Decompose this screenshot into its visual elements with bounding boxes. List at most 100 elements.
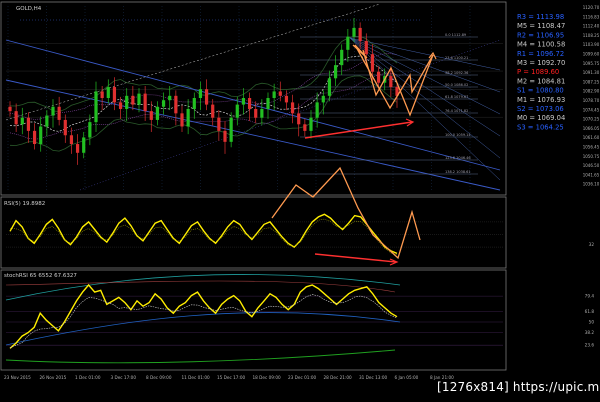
stoch-tick-label: 38.2: [585, 330, 595, 335]
candle-body: [143, 93, 147, 112]
price-tick-label: 1087.25: [583, 79, 600, 84]
stoch-pane-title: stochRSI 65 6552 67.6327: [4, 273, 77, 279]
candle-body: [217, 117, 221, 131]
pivot-level-r1: R1 = 1096.72: [517, 50, 564, 58]
fib-level-label: 76.4 1071.82: [445, 109, 468, 113]
candle-body: [223, 130, 227, 142]
time-tick-label: 23 Nov 2015: [4, 375, 31, 380]
candle-body: [284, 95, 289, 103]
price-tick-label: 1074.45: [583, 107, 600, 112]
candle-body: [389, 76, 393, 88]
pivot-level-r3: R3 = 1113.98: [517, 13, 564, 21]
rsi-tick-label: 32: [589, 242, 595, 247]
time-tick-label: 1 Dec 01:00: [75, 375, 101, 380]
candle-body: [100, 91, 104, 99]
candle-body: [266, 98, 270, 109]
candle-body: [364, 41, 368, 55]
candle-body: [272, 91, 276, 99]
pivot-level-s3: S3 = 1064.25: [517, 123, 564, 131]
price-tick-label: 1050.75: [583, 154, 600, 159]
time-tick-label: 3 Dec 17:00: [111, 375, 137, 380]
candle-body: [198, 89, 203, 99]
price-tick-label: 1082.90: [583, 89, 600, 94]
candle-body: [204, 89, 209, 105]
candle-body: [51, 106, 55, 116]
candle-body: [180, 113, 184, 127]
fib-level-label: 61.8 1079.67: [445, 95, 468, 99]
price-tick-label: 1061.60: [583, 135, 600, 140]
price-tick-label: 1103.90: [583, 42, 600, 47]
candle-body: [290, 102, 295, 114]
pivot-level-m0: M0 = 1069.04: [517, 114, 565, 122]
candle-body: [155, 106, 160, 120]
fib-level-label: 0.0 1112.89: [445, 33, 466, 37]
candle-body: [174, 95, 178, 114]
pivot-level-s2: S2 = 1073.06: [517, 105, 564, 113]
price-tick-label: 1066.05: [583, 126, 600, 131]
price-tick-label: 1108.25: [583, 33, 600, 38]
candle-body: [297, 113, 301, 125]
time-tick-label: 6 Jan 05:00: [395, 375, 419, 380]
time-tick-label: 23 Dec 01:00: [288, 375, 316, 380]
price-tick-label: 1099.60: [583, 52, 600, 57]
candle-body: [57, 106, 61, 120]
price-tick-label: 1056.45: [583, 145, 600, 150]
trading-chart: GOLD,H4 0.0 1112.89 23.6 1100.21 38.2 1092…: [0, 0, 600, 402]
candle-body: [32, 130, 37, 145]
price-tick-label: 1116.83: [583, 14, 600, 19]
pivot-level-s1: S1 = 1080.80: [517, 87, 564, 95]
candle-body: [168, 95, 172, 101]
price-tick-label: 1095.75: [583, 61, 600, 66]
candle-body: [69, 135, 74, 145]
pivot-level-m5: M5 = 1108.47: [517, 22, 565, 30]
candle-body: [14, 111, 18, 125]
candle-body: [211, 104, 215, 118]
candle-body: [82, 137, 86, 153]
candle-body: [229, 117, 233, 142]
image-size-watermark: [1276x814] https://upic.me/: [437, 380, 600, 394]
pivot-levels-legend: R3 = 1113.98M5 = 1108.47R2 = 1106.95 M4 =…: [517, 13, 565, 131]
price-tick-label: 1046.50: [583, 163, 600, 168]
candle-body: [75, 144, 80, 153]
time-tick-label: 11 Dec 01:00: [182, 375, 210, 380]
candle-body: [20, 117, 24, 125]
candle-body: [149, 111, 153, 120]
pivot-level-m4: M4 = 1100.58: [517, 41, 565, 49]
candle-body: [112, 87, 117, 103]
candle-body: [303, 124, 307, 131]
candle-body: [118, 102, 123, 109]
candle-body: [161, 100, 166, 107]
candle-body: [88, 122, 92, 138]
fib-level-label: 38.2 1092.36: [445, 71, 468, 75]
candle-body: [278, 91, 282, 96]
candle-body: [39, 126, 43, 145]
rsi-axis-labels: 32: [589, 242, 595, 247]
candle-body: [309, 117, 313, 131]
pivot-level-m3: M3 = 1092.70: [517, 59, 565, 67]
stoch-tick-label: 79.4: [585, 294, 595, 299]
pivot-level-p: P = 1089.60: [517, 68, 559, 76]
candle-body: [315, 102, 319, 118]
candle-body: [26, 117, 31, 131]
candle-body: [235, 104, 239, 118]
price-tick-label: 1070.25: [583, 117, 600, 122]
candle-body: [346, 36, 350, 50]
candle-body: [333, 65, 338, 79]
candle-body: [352, 27, 356, 37]
candle-body: [358, 27, 362, 42]
candle-body: [45, 115, 49, 127]
candle-body: [125, 95, 129, 109]
pivot-level-m1: M1 = 1076.93: [517, 96, 565, 104]
fib-level-label: 23.6 1100.21: [445, 56, 468, 60]
pivot-level-r2: R2 = 1106.95: [517, 31, 564, 39]
candle-body: [186, 108, 190, 127]
candle-body: [131, 95, 135, 105]
candle-body: [340, 49, 344, 66]
time-tick-label: 28 Dec 21:00: [324, 375, 352, 380]
time-tick-label: 15 Dec 17:00: [217, 375, 245, 380]
candle-body: [376, 71, 381, 83]
candle-body: [63, 119, 67, 136]
time-tick-label: 26 Nov 2015: [40, 375, 67, 380]
fib-level-label: 123.6 1046.46: [445, 156, 471, 160]
stoch-tick-label: 23.6: [585, 343, 595, 348]
